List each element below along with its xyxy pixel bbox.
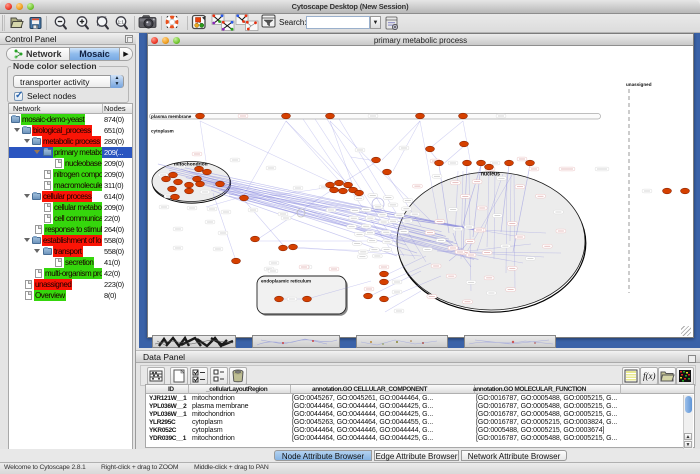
svg-text:unassigned: unassigned	[626, 82, 652, 87]
svg-text:plasma membrane: plasma membrane	[151, 114, 192, 119]
svg-text:1:1: 1:1	[118, 20, 125, 25]
svg-text:f(x): f(x)	[643, 371, 656, 381]
svg-text:endoplasmic reticulum: endoplasmic reticulum	[261, 279, 311, 284]
svg-text:cytoplasm: cytoplasm	[151, 129, 174, 134]
svg-text:mitochondrion: mitochondrion	[174, 162, 208, 168]
svg-text:nucleus: nucleus	[481, 172, 500, 178]
